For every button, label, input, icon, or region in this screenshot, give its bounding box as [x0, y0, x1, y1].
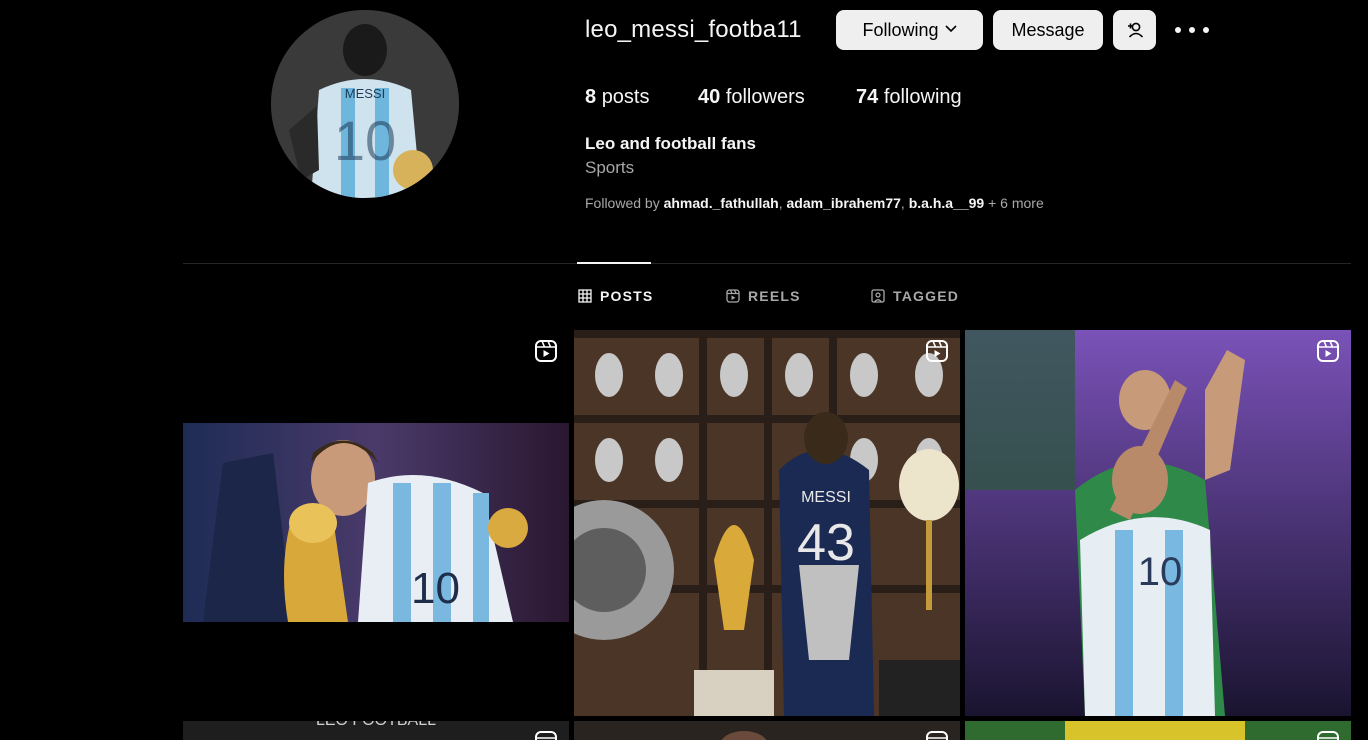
- post-thumbnail: [965, 721, 1351, 740]
- profile-full-name: Leo and football fans: [585, 134, 756, 153]
- grid-icon: [578, 289, 592, 303]
- avatar[interactable]: MESSI 10: [271, 10, 459, 198]
- suggest-users-button[interactable]: [1113, 10, 1156, 50]
- following-button[interactable]: Following: [836, 10, 983, 50]
- add-user-icon: [1127, 22, 1143, 38]
- posts-count-label: posts: [601, 86, 650, 108]
- following-count[interactable]: 74 following: [856, 86, 962, 109]
- message-button[interactable]: Message: [993, 10, 1103, 50]
- post-tile[interactable]: MESSI 43: [574, 330, 960, 716]
- tab-posts-label: POSTS: [600, 288, 654, 304]
- jersey-number: 10: [411, 564, 460, 613]
- following-count-value: 74: [856, 86, 879, 108]
- tab-tagged[interactable]: TAGGED: [871, 288, 959, 304]
- followed-by-prefix: Followed by: [585, 195, 660, 211]
- posts-count-value: 8: [585, 86, 597, 108]
- avatar-image: MESSI 10: [271, 10, 459, 198]
- reel-icon: [535, 731, 557, 740]
- reels-icon: [726, 289, 740, 303]
- active-tab-indicator: [577, 262, 651, 264]
- followed-by-user[interactable]: ahmad._fathullah: [664, 195, 779, 211]
- tagged-icon: [871, 289, 885, 303]
- more-options-icon[interactable]: [1175, 18, 1209, 42]
- post-tile[interactable]: [965, 721, 1351, 740]
- chevron-down-icon: [944, 22, 957, 36]
- post-thumbnail: 10: [965, 330, 1351, 716]
- followed-by-more[interactable]: + 6 more: [988, 195, 1044, 211]
- followers-count[interactable]: 40 followers: [698, 86, 805, 109]
- followed-by-user[interactable]: adam_ibrahem77: [787, 195, 901, 211]
- reel-icon: [926, 731, 948, 740]
- post-tile[interactable]: LEO FOOTBALL: [183, 721, 569, 740]
- following-button-label: Following: [862, 19, 939, 40]
- post-thumbnail: MESSI 43: [574, 330, 960, 716]
- username: leo_messi_footba11: [585, 16, 802, 43]
- following-count-label: following: [883, 86, 962, 108]
- tab-tagged-label: TAGGED: [893, 288, 960, 304]
- followers-count-value: 40: [698, 86, 721, 108]
- followed-by-user[interactable]: b.a.h.a__99: [909, 195, 985, 211]
- jersey-number: 43: [797, 514, 855, 572]
- post-tile[interactable]: [574, 721, 960, 740]
- svg-text:10: 10: [334, 109, 396, 172]
- jersey-number: 10: [1138, 550, 1183, 594]
- followers-count-label: followers: [725, 86, 805, 108]
- reel-icon: [1317, 731, 1339, 740]
- post-tile[interactable]: 10: [965, 330, 1351, 716]
- avatar-shirt-text: MESSI: [345, 86, 385, 101]
- reel-icon: [926, 340, 948, 362]
- post-thumbnail: [574, 721, 960, 740]
- post-thumbnail: 10: [183, 423, 569, 622]
- reel-icon: [1317, 340, 1339, 362]
- tab-posts[interactable]: POSTS: [578, 288, 653, 304]
- post-overlay-text: LEO FOOTBALL: [316, 721, 436, 729]
- posts-count: 8 posts: [585, 86, 650, 109]
- tab-reels[interactable]: REELS: [726, 288, 801, 304]
- message-button-label: Message: [1011, 19, 1085, 40]
- reel-icon: [535, 340, 557, 362]
- shirt-name: MESSI: [801, 489, 851, 506]
- tabs-divider: [183, 263, 1351, 264]
- post-thumbnail: LEO FOOTBALL: [183, 721, 569, 740]
- followed-by[interactable]: Followed by ahmad._fathullah, adam_ibrah…: [585, 195, 1044, 211]
- profile-page: MESSI 10 leo_messi_footba11 Following Me…: [0, 0, 1368, 740]
- tab-reels-label: REELS: [748, 288, 801, 304]
- profile-category: Sports: [585, 158, 635, 177]
- post-tile[interactable]: 10: [183, 330, 569, 716]
